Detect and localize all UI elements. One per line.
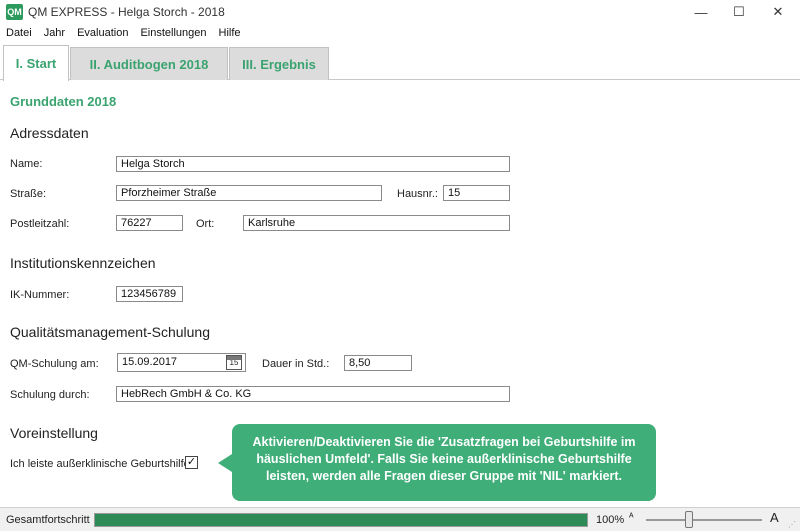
institution-group-title: Institutionskennzeichen <box>10 255 156 271</box>
city-label: Ort: <box>196 218 215 230</box>
progress-fill <box>95 514 587 526</box>
status-bar: Gesamtfortschritt 100% ᴬ A ⋰ <box>0 507 800 531</box>
title-bar: QM QM EXPRESS - Helga Storch - 2018 — ☐ … <box>0 0 800 24</box>
close-button[interactable]: ✕ <box>760 0 796 24</box>
name-label: Name: <box>10 158 43 170</box>
progress-bar <box>94 513 588 527</box>
ik-label: IK-Nummer: <box>10 289 70 301</box>
menu-datei[interactable]: Datei <box>0 25 38 43</box>
page-title: Grunddaten 2018 <box>10 94 117 109</box>
checkbox-label: Ich leiste außerklinische Geburtshilfe <box>10 458 190 470</box>
trainer-field[interactable]: HebRech GmbH & Co. KG <box>116 386 510 402</box>
progress-label: Gesamtfortschritt <box>6 514 90 526</box>
street-label: Straße: <box>10 188 47 200</box>
zip-label: Postleitzahl: <box>10 218 70 230</box>
zoom-slider[interactable] <box>646 519 762 521</box>
address-group-title: Adressdaten <box>10 125 89 141</box>
tab-auditbogen[interactable]: II. Auditbogen 2018 <box>70 47 228 80</box>
zoom-level: 100% <box>596 514 625 526</box>
duration-field[interactable]: 8,50 <box>344 355 412 371</box>
menu-jahr[interactable]: Jahr <box>38 25 71 43</box>
menu-evaluation[interactable]: Evaluation <box>71 25 134 43</box>
app-logo-icon: QM <box>6 4 23 20</box>
preset-group-title: Voreinstellung <box>10 425 98 441</box>
houseno-field[interactable]: 15 <box>443 185 510 201</box>
tab-start[interactable]: I. Start <box>3 45 69 81</box>
zip-field[interactable]: 76227 <box>116 215 183 231</box>
street-field[interactable]: Pforzheimer Straße <box>116 185 382 201</box>
zoom-out-icon[interactable]: ᴬ <box>629 512 634 523</box>
menu-einstellungen[interactable]: Einstellungen <box>134 25 212 43</box>
minimize-button[interactable]: — <box>683 0 719 24</box>
menu-bar: Datei Jahr Evaluation Einstellungen Hilf… <box>0 25 800 43</box>
calendar-icon[interactable]: 15 <box>226 355 242 370</box>
menu-hilfe[interactable]: Hilfe <box>213 25 247 43</box>
qm-date-label: QM-Schulung am: <box>10 358 99 370</box>
resize-grip-icon[interactable]: ⋰ <box>788 520 798 530</box>
geburtshilfe-checkbox[interactable]: ✓ <box>185 456 198 469</box>
houseno-label: Hausnr.: <box>397 188 438 200</box>
tab-bar: I. Start II. Auditbogen 2018 III. Ergebn… <box>0 45 800 81</box>
duration-label: Dauer in Std.: <box>262 358 330 370</box>
qm-group-title: Qualitätsmanagement-Schulung <box>10 324 211 340</box>
city-field[interactable]: Karlsruhe <box>243 215 510 231</box>
zoom-in-icon[interactable]: A <box>770 510 779 525</box>
tab-ergebnis[interactable]: III. Ergebnis <box>229 47 329 80</box>
help-tooltip: Aktivieren/Deaktivieren Sie die 'Zusatzf… <box>218 424 656 501</box>
ik-field[interactable]: 123456789 <box>116 286 183 302</box>
trainer-label: Schulung durch: <box>10 389 90 401</box>
zoom-slider-thumb[interactable] <box>684 511 693 528</box>
name-field[interactable]: Helga Storch <box>116 156 510 172</box>
window-title: QM EXPRESS - Helga Storch - 2018 <box>28 5 225 19</box>
maximize-button[interactable]: ☐ <box>721 0 757 24</box>
